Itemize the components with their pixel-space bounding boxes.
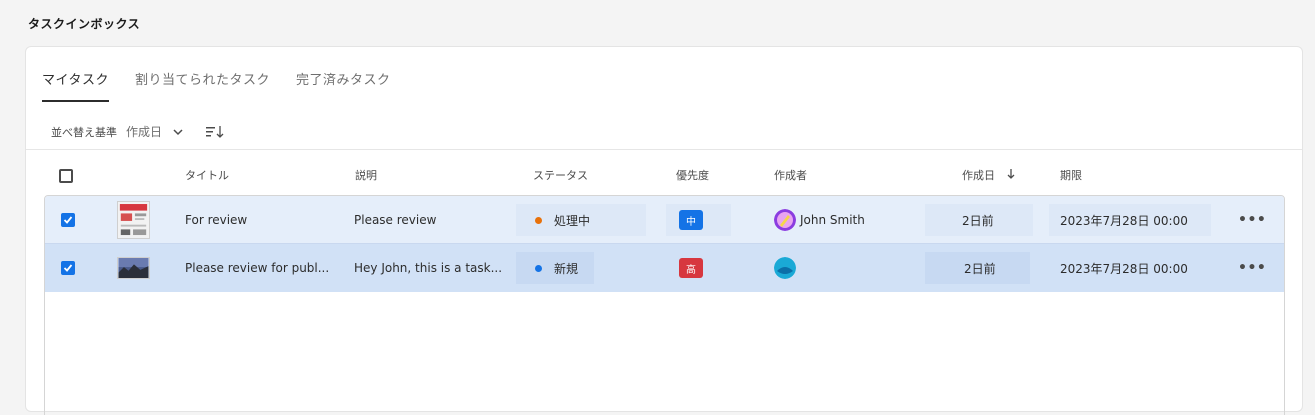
select-all-checkbox[interactable]: [59, 169, 73, 183]
more-actions-icon[interactable]: •••: [1238, 196, 1266, 244]
blue-avatar-icon: [774, 257, 796, 279]
table-row[interactable]: For review Please review 処理中 中 John Smit…: [45, 196, 1284, 244]
tab-completed-tasks[interactable]: 完了済みタスク: [296, 69, 391, 102]
document-thumbnail-icon: [117, 201, 150, 239]
status-badge: 処理中: [535, 196, 590, 244]
created-date: 2日前: [962, 213, 994, 228]
status-label: 処理中: [554, 213, 591, 228]
column-header-status[interactable]: ステータス: [533, 167, 588, 183]
creator: [774, 244, 800, 292]
created-date: 2日前: [964, 261, 996, 276]
pencil-avatar-icon: [774, 209, 796, 231]
task-table: For review Please review 処理中 中 John Smit…: [44, 195, 1285, 415]
divider: [26, 149, 1302, 150]
check-icon: [63, 264, 73, 272]
task-inbox-panel: マイタスク 割り当てられたタスク 完了済みタスク 並べ替え基準 作成日 タイトル…: [25, 46, 1303, 415]
more-actions-icon[interactable]: •••: [1238, 244, 1266, 292]
priority-badge: 中: [679, 196, 703, 244]
column-header-created[interactable]: 作成日: [962, 167, 995, 183]
landscape-thumbnail-icon: [117, 257, 150, 279]
column-header-due[interactable]: 期限: [1060, 167, 1082, 183]
row-checkbox[interactable]: [61, 213, 75, 227]
due-date: 2023年7月28日 00:00: [1060, 261, 1188, 276]
sort-order-icon[interactable]: [206, 125, 224, 139]
column-header-creator[interactable]: 作成者: [774, 167, 807, 183]
page-title: タスクインボックス: [28, 17, 141, 31]
priority-label: 中: [679, 210, 703, 230]
row-checkbox[interactable]: [61, 261, 75, 275]
check-icon: [63, 216, 73, 224]
tab-my-tasks[interactable]: マイタスク: [42, 69, 109, 102]
row-title[interactable]: For review: [185, 196, 247, 244]
table-header: タイトル 説明 ステータス 優先度 作成者 作成日 期限: [26, 165, 1302, 185]
status-dot-icon: [535, 264, 542, 272]
row-description: Please review: [354, 213, 437, 227]
sort-dropdown[interactable]: 作成日: [126, 123, 162, 140]
status-badge: 新規: [535, 244, 578, 292]
creator: John Smith: [774, 196, 865, 244]
row-thumbnail: [117, 244, 150, 292]
priority-badge: 高: [679, 244, 703, 292]
status-dot-icon: [535, 216, 542, 224]
sort-bar: 並べ替え基準 作成日: [51, 123, 224, 140]
row-title[interactable]: Please review for publ...: [185, 244, 329, 292]
due-date: 2023年7月28日 00:00: [1060, 213, 1188, 228]
tab-assigned-tasks[interactable]: 割り当てられたタスク: [135, 69, 270, 102]
tab-list: マイタスク 割り当てられたタスク 完了済みタスク: [42, 69, 417, 102]
table-row[interactable]: Please review for publ... Hey John, this…: [45, 244, 1284, 292]
column-header-priority[interactable]: 優先度: [676, 167, 709, 183]
column-header-description[interactable]: 説明: [355, 167, 377, 183]
arrow-down-icon: [1007, 169, 1015, 179]
row-thumbnail: [117, 196, 150, 244]
column-header-title[interactable]: タイトル: [185, 167, 229, 183]
chevron-down-icon[interactable]: [172, 126, 184, 138]
creator-name: John Smith: [800, 213, 865, 227]
priority-label: 高: [679, 258, 703, 278]
status-label: 新規: [554, 261, 579, 276]
sort-label: 並べ替え基準: [51, 125, 117, 139]
row-description: Hey John, this is a task...: [354, 261, 503, 275]
